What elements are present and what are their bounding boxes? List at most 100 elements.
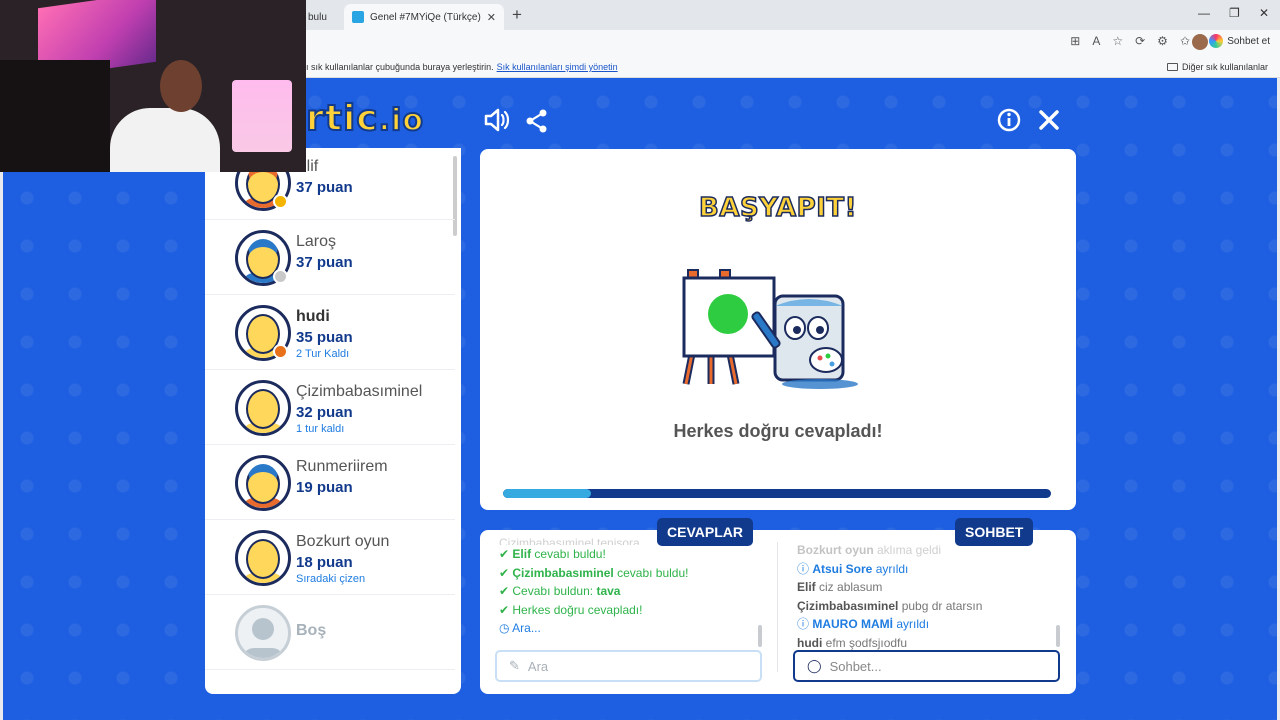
- browser-tab-inactive[interactable]: bulu: [300, 4, 342, 30]
- answers-log-line: ✔ Herkes doğru cevapladı!: [499, 602, 643, 617]
- pencil-icon: ✎: [509, 658, 520, 673]
- player-slot-empty[interactable]: Boş: [205, 596, 455, 670]
- player-avatar: [235, 455, 291, 511]
- player-row[interactable]: Runmeriirem 19 puan: [205, 446, 455, 520]
- refresh-icon[interactable]: ⟳: [1135, 34, 1145, 48]
- answers-log: Çizimbabasıminel tenisora ✔ Elif cevabı …: [499, 534, 688, 638]
- chat-input-placeholder: Sohbet...: [829, 658, 882, 674]
- info-small-icon: ⓘ: [797, 561, 813, 576]
- chat-leave-line: ⓘ Atsui Sore ayrıldı: [797, 561, 909, 576]
- player-score: 19 puan: [296, 479, 353, 496]
- answers-log-faded-line: Çizimbabasıminel tenisora: [499, 536, 640, 545]
- answer-input-placeholder: Ara: [527, 658, 549, 674]
- favorites-icon[interactable]: ✩: [1180, 34, 1190, 48]
- sound-icon[interactable]: [484, 108, 510, 137]
- favbar-text: ı sık kullanılanlar çubuğunda buraya yer…: [306, 62, 494, 72]
- player-list: Elif 37 puan Laroş 37 puan hudi 35 puan 2 Tur …: [205, 148, 461, 694]
- favorite-star-icon[interactable]: ☆: [1112, 34, 1123, 48]
- answers-log-line: ✔ Elif cevabı buldu!: [499, 547, 606, 561]
- gartic-logo: rtic.io: [305, 97, 424, 140]
- player-row[interactable]: hudi 35 puan 2 Tur Kaldı: [205, 296, 455, 370]
- read-aloud-icon[interactable]: A: [1092, 34, 1100, 48]
- player-row[interactable]: Çizimbabasıminel 32 puan 1 tur kaldı: [205, 371, 455, 445]
- share-icon[interactable]: [525, 109, 549, 138]
- answers-scrollbar[interactable]: [758, 625, 762, 647]
- player-name: Çizimbabasıminel: [296, 383, 423, 400]
- minimize-icon[interactable]: —: [1198, 6, 1210, 20]
- toolbar-icons: ⊞ A ☆ ⟳ ⚙ ✩: [1070, 34, 1190, 48]
- empty-avatar-icon: [235, 605, 291, 661]
- close-icon[interactable]: [1038, 109, 1060, 136]
- webcam-overlay: [0, 0, 306, 172]
- tab-close-icon[interactable]: ✕: [487, 11, 496, 24]
- player-name: Bozkurt oyun: [296, 533, 390, 550]
- drawing-board: BAŞYAPIT! Herkes doğru cevapladı!: [480, 149, 1076, 510]
- masterpiece-illustration: [682, 269, 858, 389]
- other-favorites-button[interactable]: Diğer sık kullanılanlar: [1166, 62, 1268, 72]
- player-name: Boş: [296, 622, 327, 639]
- player-name: Runmeriirem: [296, 458, 388, 475]
- player-status-badge: [273, 194, 288, 209]
- extensions-icon[interactable]: ⚙: [1157, 34, 1168, 48]
- close-window-icon[interactable]: ✕: [1259, 6, 1269, 20]
- answer-input[interactable]: ✎ Ara: [495, 650, 762, 682]
- player-score: 35 puan: [296, 329, 353, 346]
- panel-divider: [777, 542, 778, 672]
- round-message: Herkes doğru cevapladı!: [673, 421, 883, 441]
- restore-icon[interactable]: ❐: [1229, 6, 1240, 20]
- copilot-button[interactable]: Sohbet et: [1209, 34, 1270, 48]
- check-icon: ✔: [499, 565, 513, 580]
- player-score: 32 puan: [296, 404, 353, 421]
- round-timer-fill: [503, 489, 591, 498]
- player-avatar: [235, 380, 291, 436]
- chat-message-line: Çizimbabasıminel pubg dr atarsın: [797, 598, 983, 613]
- check-icon: ✔: [499, 547, 513, 561]
- browser-tab-active[interactable]: Genel #7MYiQe (Türkçe) - Gartic.io ✕: [344, 4, 504, 30]
- other-favorites-label: Diğer sık kullanılanlar: [1181, 62, 1268, 72]
- player-note: 1 tur kaldı: [296, 423, 345, 435]
- player-row[interactable]: Laroş 37 puan: [205, 221, 455, 295]
- chat-leave-line: ⓘ MAURO MAMİ ayrıldı: [797, 617, 930, 631]
- chat-bubble-icon: ◯: [807, 658, 822, 673]
- gartic-favicon-icon: [352, 11, 364, 23]
- answers-waiting-text: Ara...: [512, 621, 541, 635]
- tab-label: Genel #7MYiQe (Türkçe) - Gartic.io: [370, 11, 483, 23]
- player-score: 18 puan: [296, 554, 353, 571]
- chat-input[interactable]: ◯ Sohbet...: [793, 650, 1060, 682]
- clock-icon: ◷: [499, 621, 513, 635]
- player-name: Laroş: [296, 233, 337, 250]
- copilot-label: Sohbet et: [1227, 35, 1270, 47]
- info-small-icon: ⓘ: [797, 617, 813, 631]
- chat-scrollbar[interactable]: [1056, 625, 1060, 647]
- player-name: hudi: [296, 308, 330, 325]
- round-timer-bar: [503, 489, 1051, 498]
- favbar-message: ı sık kullanılanlar çubuğunda buraya yer…: [306, 62, 618, 72]
- webcam-pc: [232, 80, 292, 152]
- player-status-badge: [273, 344, 288, 359]
- player-note: 2 Tur Kaldı: [296, 348, 350, 360]
- tab-label: bulu: [308, 11, 327, 23]
- round-result-title: BAŞYAPIT!: [698, 192, 857, 224]
- answers-log-line: ✔ Çizimbabasıminel cevabı buldu!: [499, 565, 689, 580]
- webcam-wall: [0, 60, 110, 172]
- player-avatar: [235, 530, 291, 586]
- check-icon: ✔: [499, 602, 513, 617]
- bottom-panels: CEVAPLAR SOHBET Çizimbabasıminel tenisor…: [480, 518, 1076, 694]
- webcam-person: [110, 60, 220, 172]
- player-score: 37 puan: [296, 179, 353, 196]
- chat-log: Bozkurt oyun aklıma geldi ⓘ Atsui Sore ay…: [797, 541, 982, 652]
- info-icon[interactable]: [997, 108, 1021, 137]
- new-tab-button[interactable]: +: [512, 5, 522, 25]
- copilot-icon: [1209, 34, 1224, 48]
- profile-avatar[interactable]: [1192, 34, 1208, 50]
- chat-message-line: Bozkurt oyun aklıma geldi: [797, 543, 942, 557]
- app-icon[interactable]: ⊞: [1070, 34, 1080, 48]
- check-icon: ✔: [499, 584, 513, 598]
- answers-log-line: ✔ Cevabı buldun: tava: [499, 584, 621, 598]
- player-status-badge: [273, 269, 288, 284]
- player-note: Sıradaki çizen: [296, 573, 366, 585]
- answers-waiting-line: ◷ Ara...: [499, 619, 688, 638]
- chat-message-line: Elif ciz ablasum: [797, 580, 883, 594]
- manage-favorites-link[interactable]: Sık kullanılanları şimdi yönetin: [497, 62, 618, 72]
- player-row[interactable]: Bozkurt oyun 18 puan Sıradaki çizen: [205, 521, 455, 595]
